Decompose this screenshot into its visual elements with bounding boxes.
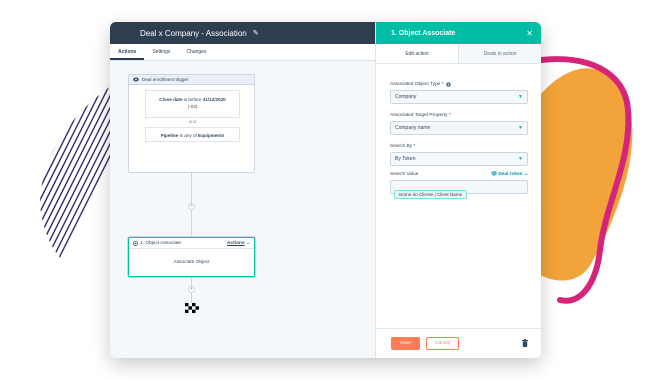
action-form: Associated Object Type * Company ▼ Assoc…	[376, 80, 541, 199]
gear-icon	[133, 240, 138, 246]
plus-icon[interactable]: +	[188, 286, 195, 293]
action-title-group: 1. Object Associate	[133, 241, 181, 246]
object-type-label: Associated Object Type *	[390, 80, 528, 88]
condition-field: Pipeline	[160, 133, 179, 138]
object-type-select[interactable]: Company ▼	[390, 90, 528, 104]
condition-field: Close date	[159, 97, 183, 102]
target-property-select[interactable]: Company name ▼	[390, 121, 528, 135]
tab-settings[interactable]: Settings	[144, 44, 178, 60]
trigger-condition-close-date[interactable]: Close date is before 31/12/2020 (-03)	[145, 90, 240, 118]
pencil-icon[interactable]: ✎	[253, 29, 259, 37]
workflow-title[interactable]: Deal x Company - Association	[140, 29, 247, 38]
cancel-button[interactable]: Cancel	[426, 337, 459, 350]
target-property-value: Company name	[395, 125, 431, 131]
object-type-label-text: Associated Object Type *	[390, 81, 444, 87]
condition-value: Equipments	[198, 133, 225, 138]
trigger-condition-pipeline[interactable]: Pipeline is any of Equipments	[145, 127, 240, 142]
token-chip[interactable]: Nome do Cliente | Client Name	[394, 190, 468, 199]
condition-operator: is any of	[179, 133, 197, 138]
actions-dropdown[interactable]: Actions ⌄	[227, 241, 250, 246]
deal-token-link[interactable]: 👁 Deal token ⌄	[491, 172, 528, 177]
target-property-label: Associated Target Property *	[390, 112, 451, 118]
chevron-down-icon: ▼	[518, 94, 523, 100]
search-value-label: Search Value	[390, 171, 419, 177]
tab-edit-action[interactable]: Edit action	[376, 44, 459, 63]
eye-icon: 👁	[490, 171, 498, 177]
plus-icon[interactable]: +	[188, 203, 195, 210]
panel-tabs: Edit action Deals in action	[376, 44, 541, 64]
tab-deals-in-action[interactable]: Deals in action	[459, 44, 541, 63]
search-value-input[interactable]: Nome do Cliente | Client Name	[390, 180, 528, 199]
app-window: Deal x Company - Association ✎ Actions S…	[110, 22, 541, 358]
info-icon[interactable]	[445, 81, 451, 87]
chevron-down-icon: ▼	[518, 125, 523, 131]
object-type-value: Company	[395, 94, 417, 100]
chevron-down-icon: ⌄	[245, 240, 250, 246]
save-button[interactable]: Save	[391, 337, 420, 350]
condition-operator: is before	[183, 97, 202, 102]
workflow-canvas: Deal enrollment trigger Close date is be…	[110, 61, 375, 358]
action-title: 1. Object Associate	[140, 240, 182, 246]
trash-icon[interactable]	[522, 339, 528, 347]
close-icon[interactable]: ✕	[526, 29, 533, 38]
search-by-label: Search By *	[390, 143, 416, 149]
enrollment-trigger-card[interactable]: Deal enrollment trigger Close date is be…	[128, 74, 255, 173]
workflow-header: Deal x Company - Association ✎	[110, 22, 375, 44]
action-header: 1. Object Associate Actions ⌄	[129, 238, 254, 249]
action-panel: 1. Object Associate ✕ Edit action Deals …	[375, 22, 541, 358]
actions-menu-label: Actions	[227, 240, 245, 246]
checkered-flag-icon	[185, 303, 199, 313]
deal-token-label: Deal token	[498, 171, 523, 177]
tab-changes[interactable]: Changes	[178, 44, 214, 60]
workflow-tabs: Actions Settings Changes	[110, 44, 375, 61]
stage: Deal x Company - Association ✎ Actions S…	[0, 0, 650, 380]
trigger-header: Deal enrollment trigger	[129, 75, 254, 85]
panel-title: 1. Object Associate	[391, 29, 456, 37]
trigger-title: Deal enrollment trigger	[142, 77, 189, 82]
condition-value: 31/12/2020	[202, 97, 226, 102]
action-card[interactable]: 1. Object Associate Actions ⌄ Associate …	[128, 237, 255, 277]
eye-icon	[133, 77, 139, 82]
search-by-select[interactable]: By Token ▼	[390, 152, 528, 166]
condition-timezone: (-03)	[187, 104, 198, 110]
and-separator: and	[188, 119, 197, 124]
search-value-row: Search Value 👁 Deal token ⌄	[390, 170, 528, 178]
chevron-down-icon: ▼	[518, 156, 523, 162]
action-body: Associate Object	[173, 260, 210, 265]
panel-header: 1. Object Associate ✕	[376, 22, 541, 44]
search-by-value: By Token	[395, 156, 416, 162]
panel-footer: Save Cancel	[376, 328, 541, 358]
tab-actions[interactable]: Actions	[110, 44, 145, 60]
